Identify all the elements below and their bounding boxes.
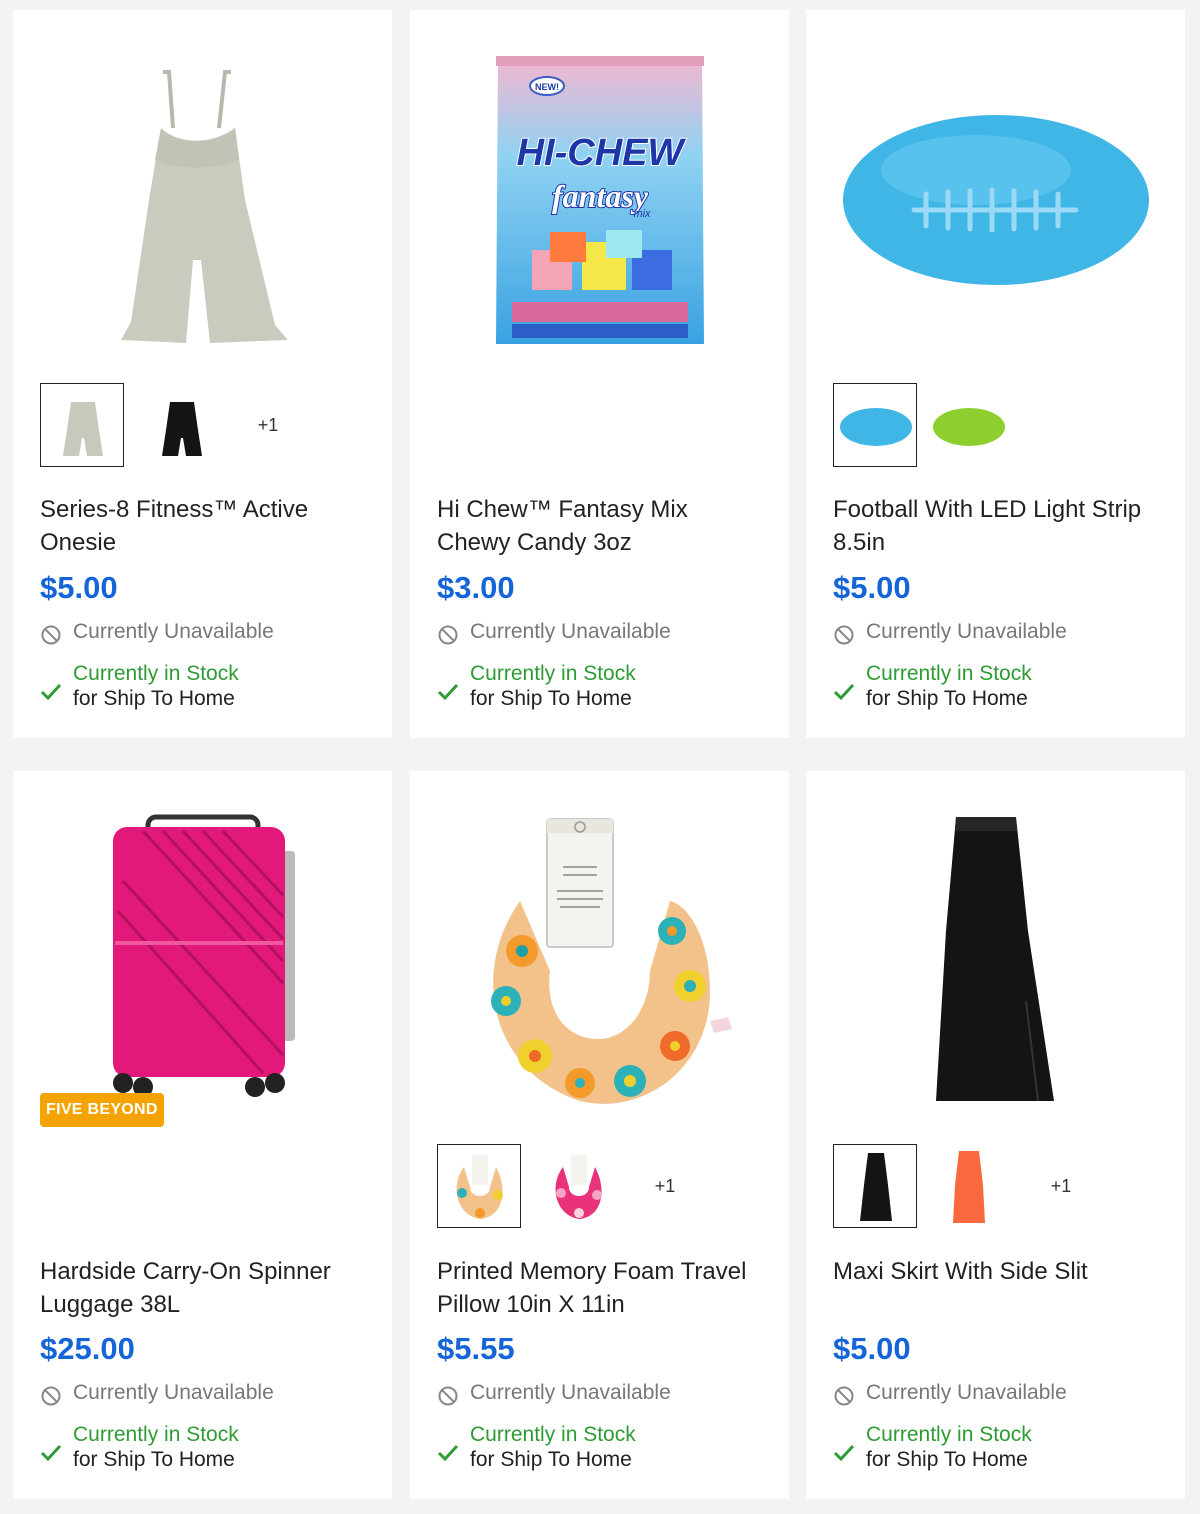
product-card[interactable]: +1 Maxi Skirt With Side Slit $5.00 Curre… <box>806 771 1185 1499</box>
product-price: $5.55 <box>437 1331 515 1366</box>
check-icon <box>40 1444 62 1462</box>
product-image[interactable]: NEW! HI-CHEW fantasy mix <box>410 10 789 375</box>
unavailable-icon <box>834 625 854 645</box>
more-swatches[interactable]: +1 <box>226 383 310 467</box>
product-card[interactable]: Football With LED Light Strip 8.5in $5.0… <box>806 10 1185 738</box>
check-icon <box>833 1444 855 1462</box>
product-card[interactable]: +1 Series-8 Fitness™ Active Onesie $5.00… <box>13 10 392 738</box>
check-icon <box>437 1444 459 1462</box>
swatch-pink-floral[interactable] <box>536 1144 620 1228</box>
check-icon <box>437 683 459 701</box>
football-icon <box>843 115 1149 285</box>
product-image[interactable] <box>13 10 392 375</box>
unavailable-icon <box>438 625 458 645</box>
unavailable-icon <box>41 625 61 645</box>
unavailable-icon <box>438 1386 458 1406</box>
product-title[interactable]: Maxi Skirt With Side Slit <box>833 1256 1163 1289</box>
unavailable-icon <box>41 1386 61 1406</box>
product-image[interactable] <box>806 10 1185 375</box>
product-title[interactable]: Series-8 Fitness™ Active Onesie <box>40 494 370 559</box>
swatch-gray[interactable] <box>40 383 124 467</box>
product-card[interactable]: +1 Printed Memory Foam Travel Pillow 10i… <box>410 771 789 1499</box>
brand-badge: FIVE BEYOND <box>40 1093 164 1127</box>
svg-text:HI-CHEW: HI-CHEW <box>517 132 687 174</box>
svg-text:NEW!: NEW! <box>535 82 559 92</box>
product-image[interactable] <box>410 771 789 1136</box>
product-price: $25.00 <box>40 1331 135 1366</box>
more-swatches[interactable]: +1 <box>623 1144 707 1228</box>
svg-text:mix: mix <box>633 208 651 220</box>
romper-icon <box>121 70 288 343</box>
suitcase-icon <box>113 814 295 1097</box>
product-price: $5.00 <box>833 570 911 605</box>
product-title[interactable]: Printed Memory Foam Travel Pillow 10in X… <box>437 1256 767 1321</box>
swatch-green[interactable] <box>932 383 1016 467</box>
product-title[interactable]: Hi Chew™ Fantasy Mix Chewy Candy 3oz <box>437 494 767 559</box>
swatch-coral[interactable] <box>932 1144 1016 1228</box>
unavailable-icon <box>834 1386 854 1406</box>
product-price: $5.00 <box>833 1331 911 1366</box>
check-icon <box>833 683 855 701</box>
swatch-black[interactable] <box>139 383 223 467</box>
skirt-icon <box>936 817 1054 1102</box>
swatch-blue[interactable] <box>833 383 917 467</box>
swatch-black[interactable] <box>833 1144 917 1228</box>
product-image[interactable] <box>13 771 392 1136</box>
product-image[interactable] <box>806 771 1185 1136</box>
product-title[interactable]: Football With LED Light Strip 8.5in <box>833 494 1163 559</box>
candy-bag-icon: NEW! HI-CHEW fantasy mix <box>496 56 704 344</box>
more-swatches[interactable]: +1 <box>1019 1144 1103 1228</box>
product-card[interactable]: NEW! HI-CHEW fantasy mix Hi Chew™ Fantas… <box>410 10 789 738</box>
product-title[interactable]: Hardside Carry-On Spinner Luggage 38L <box>40 1256 370 1321</box>
product-price: $5.00 <box>40 570 118 605</box>
check-icon <box>40 683 62 701</box>
swatch-orange-floral[interactable] <box>437 1144 521 1228</box>
product-card[interactable]: FIVE BEYOND Hardside Carry-On Spinner Lu… <box>13 771 392 1499</box>
product-price: $3.00 <box>437 570 515 605</box>
neck-pillow-icon <box>491 818 732 1104</box>
